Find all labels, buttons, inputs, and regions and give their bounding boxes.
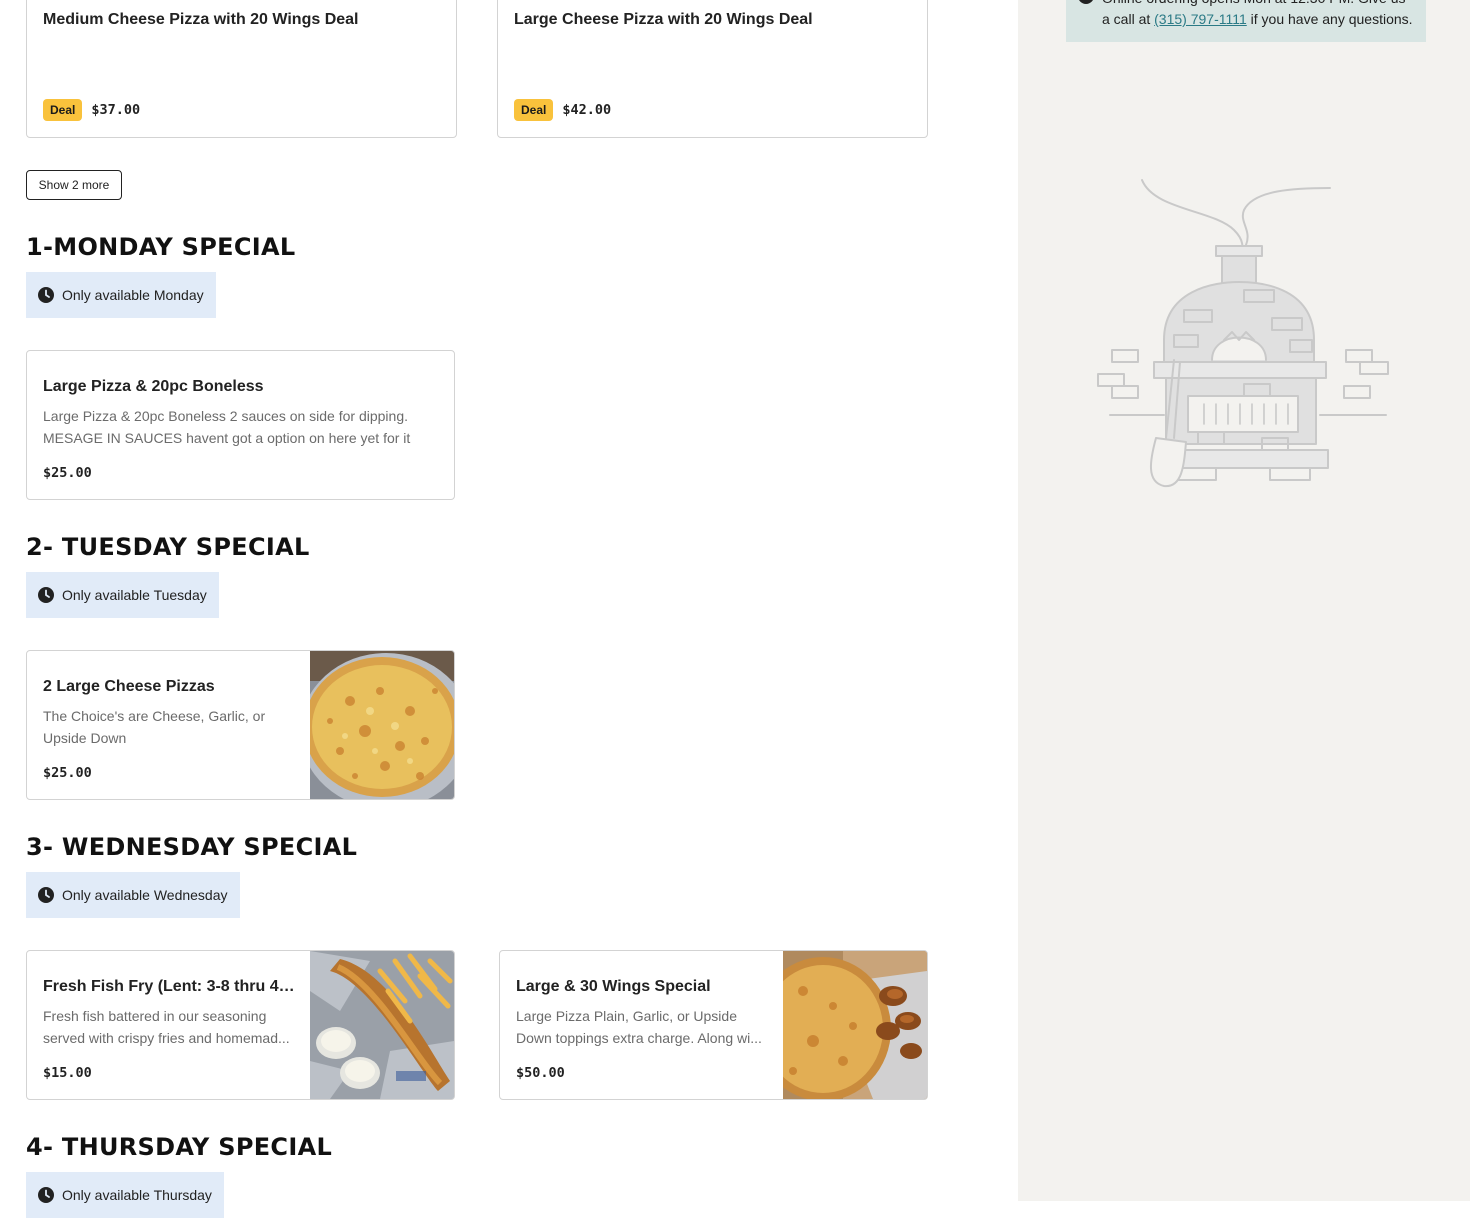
clock-icon	[38, 887, 54, 903]
menu-item-card[interactable]: Fresh Fish Fry (Lent: 3-8 thru 4-... Fre…	[26, 950, 455, 1100]
item-name: Large & 30 Wings Special	[516, 978, 711, 995]
notice-suffix: if you have any questions.	[1246, 11, 1413, 27]
menu-item-card[interactable]: Large Cheese Pizza with 20 Wings Deal De…	[497, 0, 928, 138]
clock-icon	[38, 587, 54, 603]
item-name: Large Cheese Pizza with 20 Wings Deal	[514, 11, 813, 28]
item-description: Large Pizza & 20pc Boneless 2 sauces on …	[43, 408, 411, 446]
section-title: 2- TUESDAY SPECIAL	[26, 533, 310, 561]
availability-text: Only available Tuesday	[62, 587, 207, 603]
deal-badge: Deal	[514, 99, 554, 121]
sidebar: Online ordering opens Mon at 12:30 PM. G…	[1018, 0, 1470, 1201]
item-description: Fresh fish battered in our seasoning ser…	[43, 1008, 290, 1046]
availability-text: Only available Monday	[62, 287, 204, 303]
section-title: 3- WEDNESDAY SPECIAL	[26, 833, 358, 861]
notice-text-line2: a call at (315) 797-1111 if you have any…	[1102, 8, 1413, 30]
availability-banner: Only available Thursday	[26, 1172, 224, 1218]
availability-banner: Only available Wednesday	[26, 872, 240, 918]
availability-text: Only available Wednesday	[62, 887, 228, 903]
item-description: Large Pizza Plain, Garlic, or Upside Dow…	[516, 1008, 762, 1046]
ordering-notice: Online ordering opens Mon at 12:30 PM. G…	[1066, 0, 1426, 42]
item-name: Medium Cheese Pizza with 20 Wings Deal	[43, 11, 359, 28]
item-price: $42.00	[562, 102, 612, 118]
pizza-image	[310, 651, 454, 799]
clock-icon	[38, 287, 54, 303]
menu-item-card[interactable]: 2 Large Cheese Pizzas The Choice's are C…	[26, 650, 455, 800]
deal-row: Deal $37.00	[43, 99, 140, 121]
deal-badge: Deal	[43, 99, 83, 121]
item-name: 2 Large Cheese Pizzas	[43, 678, 215, 695]
pizza-oven-illustration	[1097, 179, 1389, 488]
menu-item-card[interactable]: Large & 30 Wings Special Large Pizza Pla…	[499, 950, 928, 1100]
deal-row: Deal $42.00	[514, 99, 611, 121]
availability-banner: Only available Monday	[26, 272, 216, 318]
item-price: $37.00	[91, 102, 141, 118]
fish-fry-image	[310, 951, 454, 1099]
item-price: $15.00	[43, 1065, 92, 1081]
notice-prefix: a call at	[1102, 11, 1155, 27]
item-price: $25.00	[43, 765, 92, 781]
menu-item-card[interactable]: Medium Cheese Pizza with 20 Wings Deal D…	[26, 0, 457, 138]
phone-link[interactable]: (315) 797-1111	[1154, 11, 1247, 27]
menu-item-card[interactable]: Large Pizza & 20pc Boneless Large Pizza …	[26, 350, 455, 500]
availability-banner: Only available Tuesday	[26, 572, 219, 618]
info-icon	[1079, 0, 1093, 4]
section-title: 4- THURSDAY SPECIAL	[26, 1133, 333, 1161]
show-more-button[interactable]: Show 2 more	[26, 170, 122, 200]
item-price: $25.00	[43, 465, 92, 481]
menu-main: Medium Cheese Pizza with 20 Wings Deal D…	[0, 0, 1018, 1218]
item-description: The Choice's are Cheese, Garlic, or Upsi…	[43, 708, 266, 746]
pizza-wings-image	[783, 951, 927, 1099]
item-name: Fresh Fish Fry (Lent: 3-8 thru 4-...	[43, 978, 297, 995]
item-name: Large Pizza & 20pc Boneless	[43, 378, 264, 395]
section-title: 1-MONDAY SPECIAL	[26, 233, 296, 261]
item-price: $50.00	[516, 1065, 565, 1081]
